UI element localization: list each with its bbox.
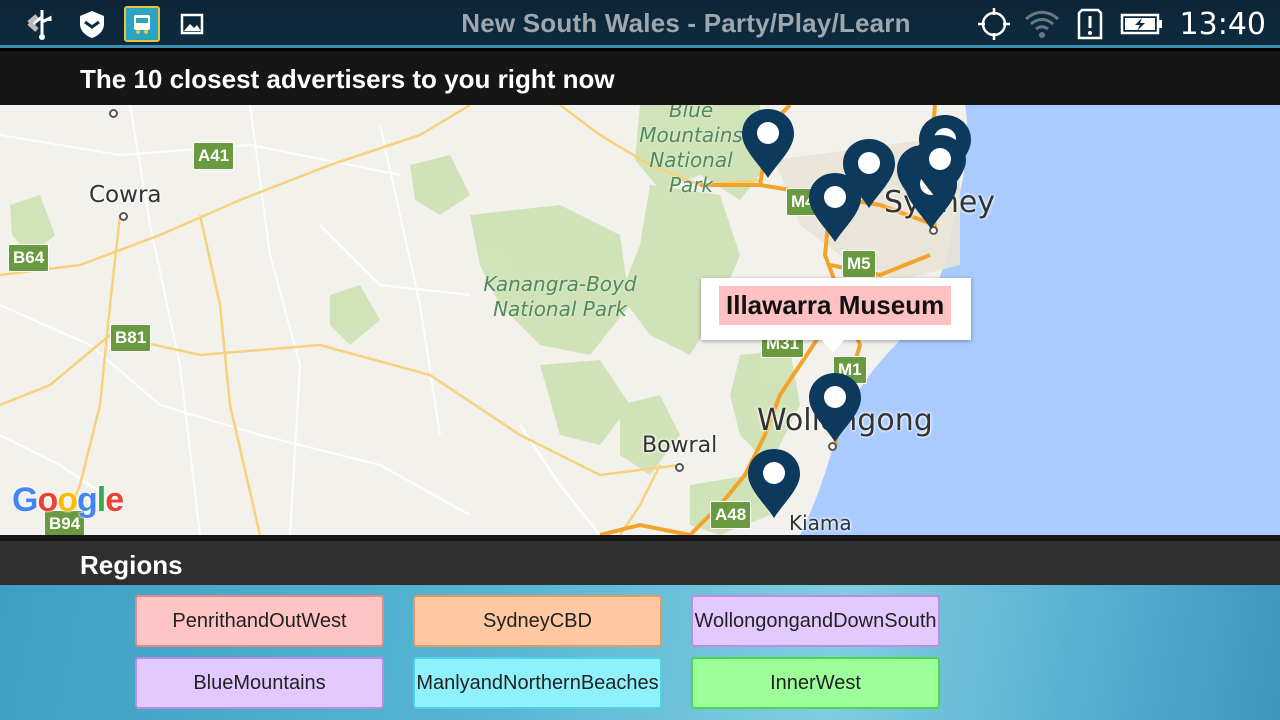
- region-button-penrith[interactable]: PenrithandOutWest: [135, 595, 384, 647]
- region-button-inner-west[interactable]: InnerWest: [691, 657, 940, 709]
- regions-title: Regions: [0, 541, 1280, 585]
- route-shield: M5: [842, 250, 876, 278]
- route-shield: B81: [110, 324, 152, 352]
- map-view[interactable]: Blue Mountains National Park Kanangra-Bo…: [0, 105, 1280, 535]
- status-right-icons: 13:40: [976, 6, 1266, 42]
- regions-panel: PenrithandOutWest SydneyCBD Wollongongan…: [0, 585, 1280, 720]
- map-marker-icon[interactable]: [912, 133, 968, 205]
- city-label-cowra: Cowra: [89, 182, 162, 208]
- region-button-sydney-cbd[interactable]: SydneyCBD: [413, 595, 662, 647]
- map-marker-icon[interactable]: [807, 171, 863, 243]
- wifi-icon: [1024, 6, 1060, 42]
- route-shield: B64: [8, 244, 50, 272]
- route-shield: A41: [193, 142, 235, 170]
- map-marker-icon[interactable]: [740, 107, 796, 179]
- status-bar: New South Wales - Party/Play/Learn 13:40: [0, 0, 1280, 48]
- region-button-wollongong[interactable]: WollongongandDownSouth: [691, 595, 940, 647]
- city-label-bowral: Bowral: [642, 433, 718, 458]
- town-dot: [119, 212, 128, 221]
- info-window-tail: [821, 339, 845, 353]
- map-marker-icon[interactable]: [746, 447, 802, 519]
- gps-icon: [976, 6, 1012, 42]
- map-marker-icon[interactable]: [807, 371, 863, 443]
- alert-icon: [1072, 6, 1108, 42]
- town-dot: [828, 442, 837, 451]
- marker-info-window[interactable]: Illawarra Museum: [701, 278, 971, 353]
- page-title: The 10 closest advertisers to you right …: [0, 51, 1280, 105]
- route-shield: A48: [710, 501, 752, 529]
- battery-icon: [1120, 6, 1164, 42]
- town-dot: [675, 463, 684, 472]
- town-dot: [109, 109, 118, 118]
- region-button-manly[interactable]: ManlyandNorthernBeaches: [413, 657, 662, 709]
- clock: 13:40: [1179, 6, 1266, 42]
- google-logo: Google: [12, 481, 124, 519]
- park-label-kanangra-boyd: Kanangra-Boyd National Park: [483, 272, 637, 321]
- info-window-label: Illawarra Museum: [719, 286, 952, 325]
- park-label-blue-mountains: Blue Mountains National Park: [639, 105, 743, 197]
- region-button-blue-mountains[interactable]: BlueMountains: [135, 657, 384, 709]
